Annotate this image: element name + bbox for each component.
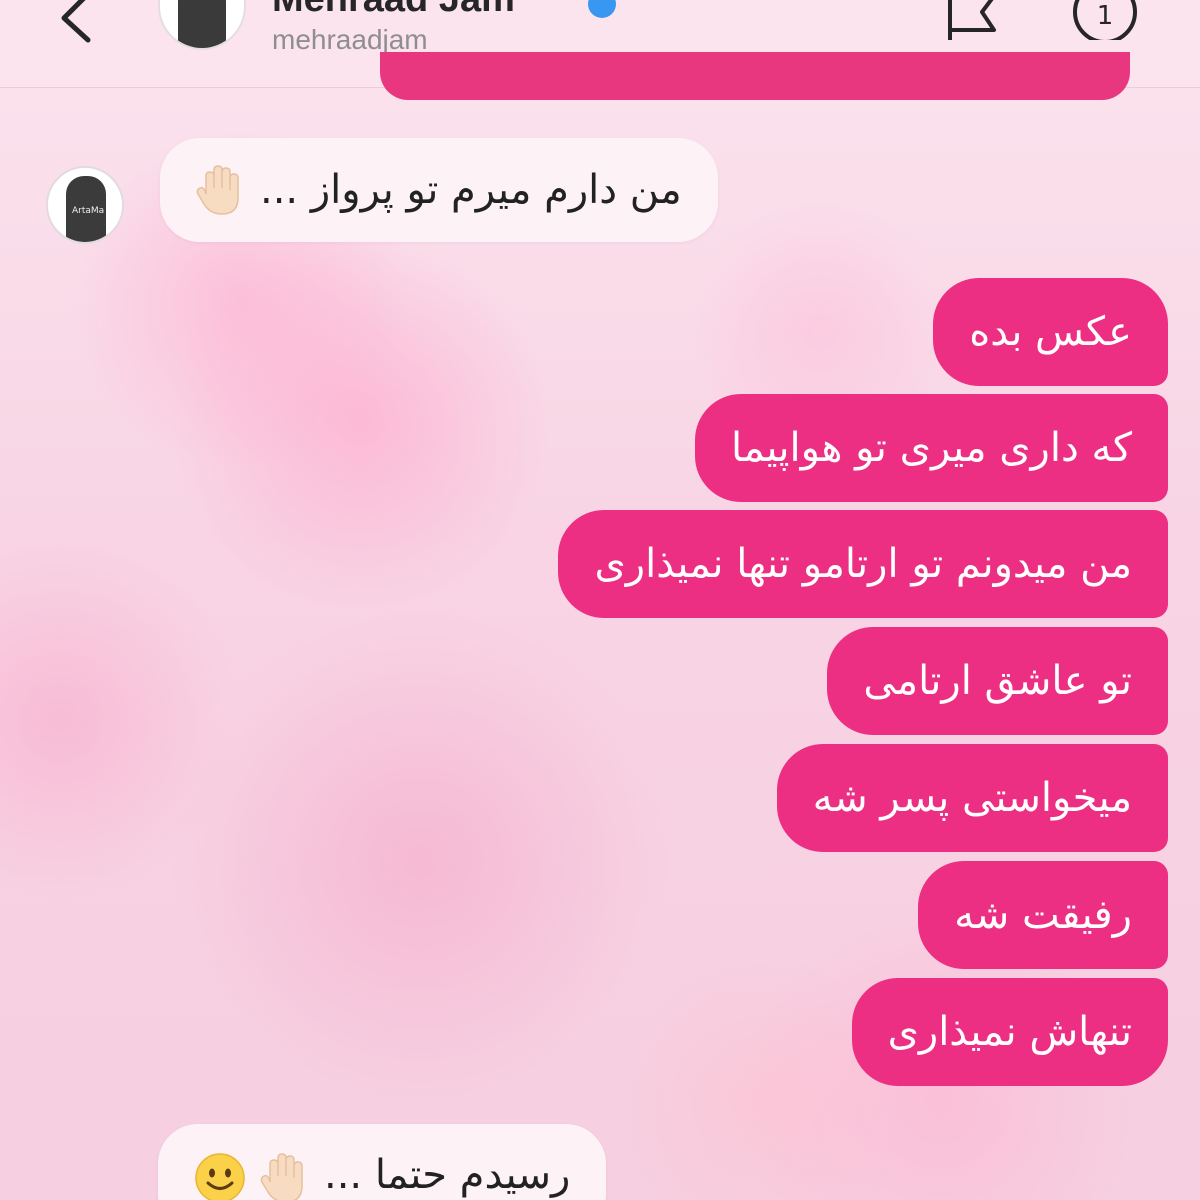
avatar-label: ArtaMa: [72, 206, 105, 216]
outgoing-message[interactable]: من میدونم تو ارتامو تنها نمیذاری: [558, 510, 1168, 618]
message-text: تو عاشق ارتامی: [863, 658, 1132, 704]
previous-message-bubble[interactable]: [380, 52, 1130, 100]
message-text: رفیقت شه: [954, 892, 1132, 938]
raised-hand-emoji-icon: [196, 165, 239, 215]
outgoing-message[interactable]: میخواستی پسر شه: [776, 744, 1168, 852]
outgoing-message[interactable]: عکس بده: [933, 278, 1168, 386]
svg-text:1: 1: [1097, 1, 1114, 31]
verified-badge-icon: [588, 0, 616, 18]
flag-icon[interactable]: [944, 0, 1000, 44]
incoming-message[interactable]: رسیدم حتما ...: [158, 1124, 607, 1200]
message-text: که داری میری تو هواپیما: [731, 425, 1132, 471]
incoming-message[interactable]: من دارم میرم تو پرواز ...: [160, 138, 718, 242]
smiling-face-emoji-icon: [195, 1153, 245, 1200]
chevron-left-icon[interactable]: [52, 0, 102, 44]
contact-name[interactable]: Mehraad Jam: [272, 0, 515, 21]
message-text: من دارم میرم تو پرواز ...: [260, 167, 682, 213]
message-text: تنهاش نمیذاری: [887, 1009, 1132, 1055]
info-icon[interactable]: 1: [1070, 0, 1140, 40]
sender-avatar[interactable]: ArtaMa: [46, 166, 124, 244]
header-avatar[interactable]: [158, 0, 246, 50]
message-text: میخواستی پسر شه: [812, 775, 1132, 821]
avatar-figure: [178, 0, 226, 48]
outgoing-message[interactable]: رفیقت شه: [918, 861, 1168, 969]
message-text: رسیدم حتما ...: [324, 1152, 571, 1198]
raised-hand-emoji-icon: [260, 1153, 303, 1200]
outgoing-message[interactable]: تو عاشق ارتامی: [827, 627, 1168, 735]
message-text: من میدونم تو ارتامو تنها نمیذاری: [594, 541, 1132, 587]
outgoing-message[interactable]: که داری میری تو هواپیما: [695, 394, 1168, 502]
outgoing-message[interactable]: تنهاش نمیذاری: [851, 978, 1168, 1086]
message-text: عکس بده: [969, 309, 1132, 355]
